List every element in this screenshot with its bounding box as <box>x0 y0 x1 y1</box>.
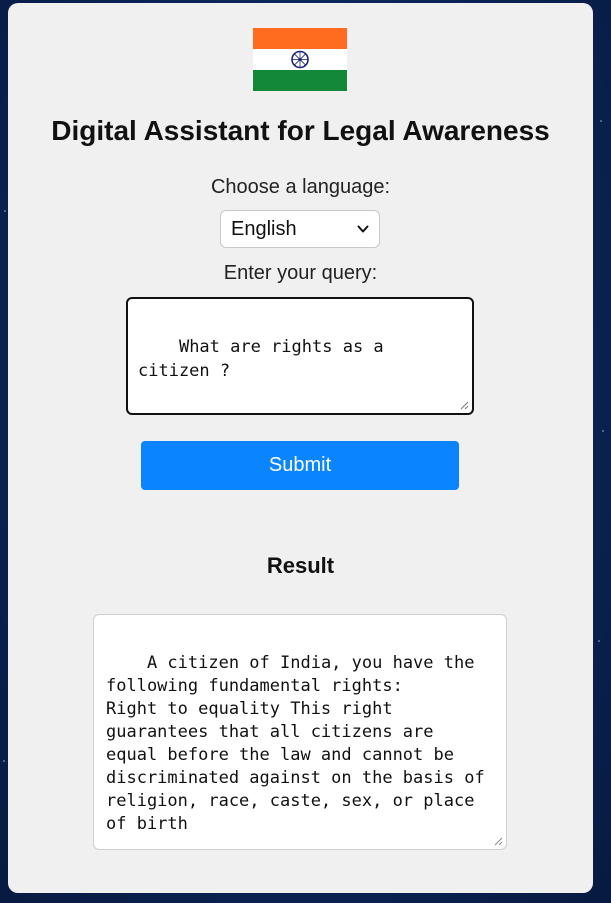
main-card: Digital Assistant for Legal Awareness Ch… <box>8 3 593 893</box>
query-textarea[interactable]: What are rights as a citizen ? <box>126 297 474 415</box>
query-text: What are rights as a citizen ? <box>138 337 394 381</box>
result-text: A citizen of India, you have the followi… <box>106 653 485 834</box>
result-textarea[interactable]: A citizen of India, you have the followi… <box>93 614 507 850</box>
chevron-down-icon <box>357 225 369 233</box>
india-flag-icon <box>253 28 347 91</box>
submit-button[interactable]: Submit <box>141 441 459 490</box>
resize-grip-icon[interactable] <box>494 837 503 846</box>
language-select[interactable]: English <box>220 210 380 248</box>
language-select-value: English <box>231 217 297 240</box>
language-label: Choose a language: <box>210 176 391 198</box>
page-title: Digital Assistant for Legal Awareness <box>51 115 550 146</box>
resize-grip-icon[interactable] <box>460 401 469 410</box>
query-label: Enter your query: <box>223 262 378 284</box>
result-heading: Result <box>266 553 335 578</box>
